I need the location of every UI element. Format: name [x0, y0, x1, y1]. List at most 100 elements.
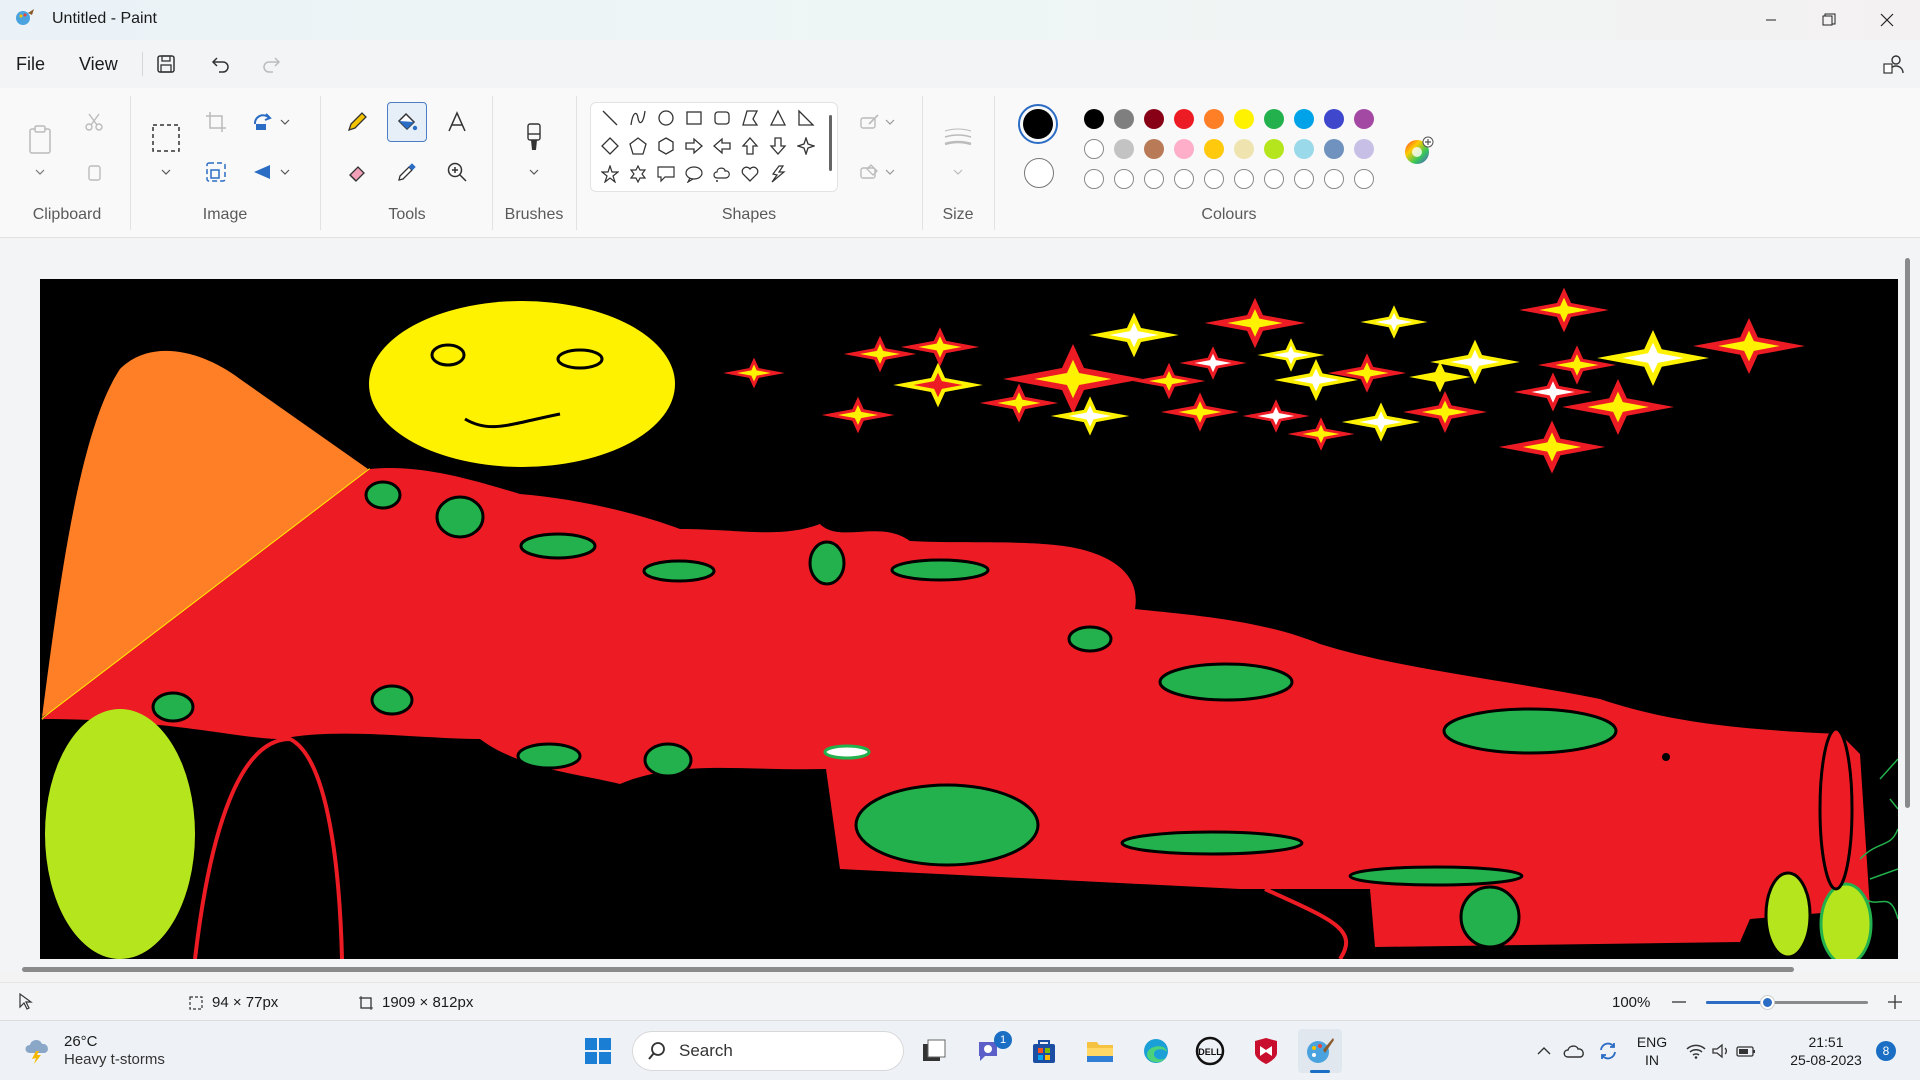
paint-taskbar-button[interactable] [1298, 1029, 1342, 1073]
taskbar-search[interactable]: Search [632, 1031, 904, 1071]
shape-rectangle[interactable] [681, 105, 707, 131]
teams-chat-button[interactable]: 1 [968, 1029, 1012, 1073]
zoom-in-button[interactable] [1888, 995, 1902, 1009]
task-view-button[interactable] [912, 1029, 956, 1073]
custom-color-slot[interactable] [1144, 169, 1164, 189]
palette-swatch[interactable] [1264, 109, 1284, 129]
text-tool[interactable] [437, 102, 477, 142]
language-indicator[interactable]: ENG IN [1630, 1033, 1674, 1069]
palette-swatch[interactable] [1174, 109, 1194, 129]
sync-button[interactable] [1592, 1029, 1624, 1073]
magnifier-tool[interactable] [437, 152, 477, 192]
shape-left-arrow[interactable] [709, 133, 735, 159]
crop-button[interactable] [196, 102, 236, 142]
store-button[interactable] [1022, 1029, 1066, 1073]
minimize-button[interactable] [1742, 0, 1800, 40]
shape-oval[interactable] [653, 105, 679, 131]
palette-swatch[interactable] [1234, 109, 1254, 129]
palette-swatch[interactable] [1144, 139, 1164, 159]
shape-curve[interactable] [625, 105, 651, 131]
shape-line[interactable] [597, 105, 623, 131]
brushes-dropdown[interactable] [514, 160, 554, 184]
copy-button[interactable] [74, 152, 114, 192]
zoom-out-button[interactable] [1672, 1001, 1686, 1003]
fill-tool[interactable] [387, 102, 427, 142]
redo-button[interactable] [253, 48, 289, 80]
fill-button[interactable] [852, 152, 902, 192]
palette-swatch[interactable] [1144, 109, 1164, 129]
flip-button[interactable] [246, 152, 296, 192]
brushes-button[interactable] [514, 118, 554, 158]
shape-lightning[interactable] [765, 161, 791, 187]
palette-swatch[interactable] [1204, 139, 1224, 159]
view-menu[interactable]: View [79, 54, 118, 75]
show-hidden-icons-button[interactable] [1530, 1029, 1558, 1073]
file-menu[interactable]: File [16, 54, 45, 75]
eraser-tool[interactable] [337, 152, 377, 192]
weather-widget[interactable]: 26°C Heavy t-storms [22, 1033, 165, 1069]
restore-button[interactable] [1800, 0, 1858, 40]
palette-swatch[interactable] [1204, 109, 1224, 129]
palette-swatch[interactable] [1354, 139, 1374, 159]
cut-button[interactable] [74, 102, 114, 142]
palette-swatch[interactable] [1294, 109, 1314, 129]
shape-triangle[interactable] [765, 105, 791, 131]
custom-color-slot[interactable] [1324, 169, 1344, 189]
paste-button[interactable] [20, 120, 60, 160]
palette-swatch[interactable] [1174, 139, 1194, 159]
custom-color-slot[interactable] [1234, 169, 1254, 189]
select-button[interactable] [146, 118, 186, 158]
edge-button[interactable] [1134, 1029, 1178, 1073]
edit-colors-button[interactable] [1404, 136, 1434, 166]
custom-color-slot[interactable] [1294, 169, 1314, 189]
shape-five-point-star[interactable] [597, 161, 623, 187]
size-dropdown[interactable] [938, 160, 978, 184]
palette-swatch[interactable] [1324, 139, 1344, 159]
custom-color-slot[interactable] [1264, 169, 1284, 189]
shape-heart[interactable] [737, 161, 763, 187]
shape-four-point-star[interactable] [793, 133, 819, 159]
vertical-scrollbar[interactable] [1905, 258, 1910, 808]
zoom-slider-thumb[interactable] [1760, 995, 1775, 1010]
notification-badge[interactable]: 8 [1876, 1041, 1896, 1061]
resize-button[interactable] [196, 152, 236, 192]
palette-swatch[interactable] [1114, 109, 1134, 129]
palette-swatch[interactable] [1354, 109, 1374, 129]
rotate-button[interactable] [246, 102, 296, 142]
shape-right-arrow[interactable] [681, 133, 707, 159]
dell-button[interactable]: DELL [1188, 1029, 1232, 1073]
custom-color-slot[interactable] [1354, 169, 1374, 189]
primary-color-button[interactable] [1018, 104, 1058, 144]
undo-button[interactable] [203, 48, 239, 80]
account-button[interactable] [1876, 48, 1912, 80]
pencil-tool[interactable] [337, 102, 377, 142]
shape-pentagon[interactable] [625, 133, 651, 159]
paste-dropdown[interactable] [20, 160, 60, 184]
save-button[interactable] [148, 48, 184, 80]
custom-color-slot[interactable] [1114, 169, 1134, 189]
shapes-scrollbar[interactable] [829, 115, 832, 171]
color-picker-tool[interactable] [387, 152, 427, 192]
clock[interactable]: 21:51 25-08-2023 [1782, 1033, 1870, 1069]
shape-hexagon[interactable] [653, 133, 679, 159]
horizontal-scrollbar[interactable] [22, 967, 1794, 972]
close-window-button[interactable] [1858, 0, 1916, 40]
shape-up-arrow[interactable] [737, 133, 763, 159]
palette-swatch[interactable] [1084, 109, 1104, 129]
shape-rect-callout[interactable] [653, 161, 679, 187]
palette-swatch[interactable] [1234, 139, 1254, 159]
palette-swatch[interactable] [1324, 109, 1344, 129]
onedrive-button[interactable] [1558, 1029, 1590, 1073]
select-dropdown[interactable] [146, 160, 186, 184]
shape-polygon[interactable] [737, 105, 763, 131]
custom-color-slot[interactable] [1204, 169, 1224, 189]
palette-swatch[interactable] [1264, 139, 1284, 159]
quick-settings-button[interactable] [1682, 1029, 1760, 1073]
shape-diamond[interactable] [597, 133, 623, 159]
palette-swatch[interactable] [1294, 139, 1314, 159]
custom-color-slot[interactable] [1084, 169, 1104, 189]
custom-color-slot[interactable] [1174, 169, 1194, 189]
palette-swatch[interactable] [1114, 139, 1134, 159]
file-explorer-button[interactable] [1078, 1029, 1122, 1073]
size-button[interactable] [938, 118, 978, 158]
